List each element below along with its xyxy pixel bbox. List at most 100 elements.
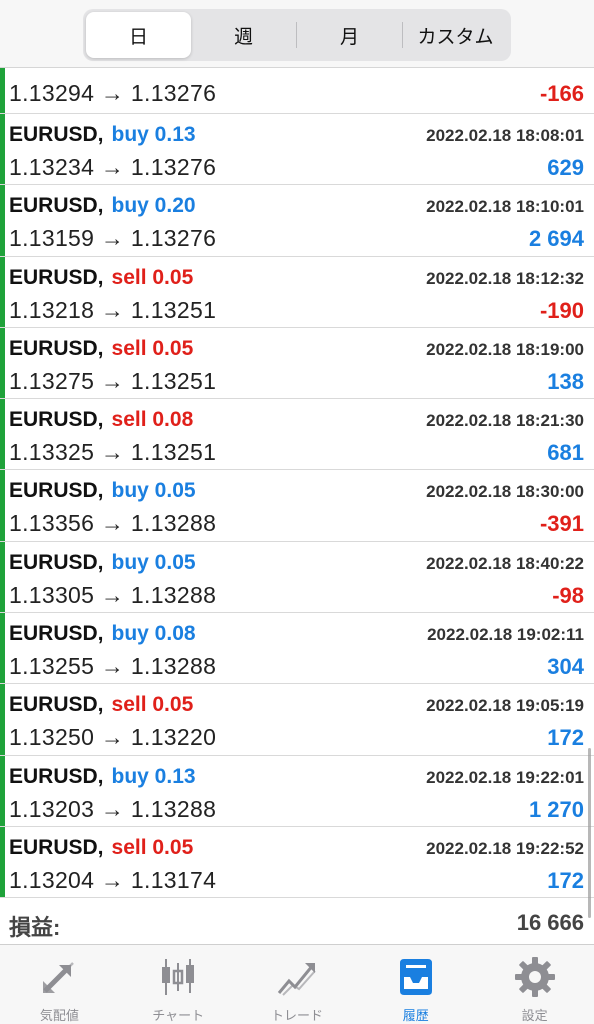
trade-profit: 1 270	[528, 796, 584, 822]
trade-time: 2022.02.18 18:12:32	[426, 268, 584, 288]
trade-side-volume: sell 0.05	[111, 835, 194, 859]
trade-prices: 1.13255 → 1.13288	[9, 653, 217, 680]
trade-symbol: EURUSD,	[9, 336, 104, 360]
trade-side-volume: sell 0.05	[111, 336, 194, 360]
trade-symbol: EURUSD,	[9, 622, 104, 646]
summary-value: 16 666	[516, 910, 584, 935]
trade-row[interactable]: 1.13294 → 1.13276 -166	[0, 68, 594, 114]
tab-quotes[interactable]: 気配値	[0, 945, 119, 1024]
tab-history[interactable]: 履歴	[356, 945, 475, 1024]
tab-settings[interactable]: 設定	[475, 945, 594, 1024]
period-selector-bar: 日 週 月 カスタム	[0, 0, 594, 68]
trade-symbol: EURUSD,	[9, 550, 104, 574]
history-inbox-icon	[399, 959, 432, 995]
tab-chart-label: チャート	[152, 1008, 205, 1023]
trade-time: 2022.02.18 18:21:30	[426, 411, 584, 431]
trade-history-list[interactable]: 1.13294 → 1.13276 -166 EURUSD, buy 0.13 20…	[0, 68, 594, 910]
trade-row[interactable]: EURUSD, buy 0.13 2022.02.18 18:08:01 1.1323…	[0, 114, 594, 186]
tab-settings-label: 設定	[521, 1008, 548, 1023]
trade-prices: 1.13203 → 1.13288	[9, 795, 217, 822]
trade-side-volume: buy 0.13	[111, 764, 196, 788]
segment-month[interactable]: 月	[297, 12, 402, 58]
row-marker	[0, 256, 5, 327]
trade-time: 2022.02.18 19:22:52	[426, 838, 584, 858]
trade-symbol: EURUSD,	[9, 265, 104, 289]
trade-profit: 138	[547, 368, 584, 394]
trade-time: 2022.02.18 18:30:00	[426, 482, 584, 502]
settings-gear-icon	[514, 957, 555, 997]
trade-row[interactable]: EURUSD, sell 0.05 2022.02.18 18:19:00 1.132…	[0, 327, 594, 400]
trade-row[interactable]: EURUSD, buy 0.13 2022.02.18 19:22:01 1.1320…	[0, 755, 594, 827]
bottom-tab-bar: 気配値 チャート トレード 履歴 設定	[0, 944, 594, 1024]
row-marker	[0, 185, 5, 256]
segment-month-label: 月	[339, 26, 359, 48]
trade-side-volume: sell 0.05	[111, 693, 194, 717]
trade-side-volume: buy 0.05	[111, 550, 196, 574]
row-marker	[0, 541, 5, 613]
trade-symbol: EURUSD,	[9, 123, 104, 146]
trade-profit: 629	[547, 155, 584, 180]
tab-trade-label: トレード	[270, 1008, 323, 1023]
tab-quotes-label: 気配値	[39, 1008, 79, 1023]
segment-custom[interactable]: カスタム	[403, 12, 508, 58]
trade-row[interactable]: EURUSD, sell 0.05 2022.02.18 18:12:32 1.132…	[0, 256, 594, 328]
segment-week[interactable]: 週	[191, 12, 296, 58]
candlestick-chart-icon	[162, 959, 195, 995]
trade-symbol: EURUSD,	[9, 408, 104, 432]
segment-day[interactable]: 日	[86, 12, 191, 58]
trade-prices: 1.13159 → 1.13276	[9, 225, 217, 252]
profit-summary: 損益: 16 666	[0, 900, 594, 948]
trade-side-volume: buy 0.05	[111, 479, 196, 503]
row-marker	[0, 114, 5, 185]
trade-prices: 1.13356 → 1.13288	[9, 510, 217, 537]
trade-side-volume: buy 0.20	[111, 194, 196, 218]
row-marker	[0, 684, 5, 755]
segment-week-label: 週	[233, 26, 253, 48]
trade-profit: 172	[547, 867, 584, 893]
trade-side-volume: sell 0.05	[111, 265, 194, 289]
trade-time: 2022.02.18 18:19:00	[426, 339, 584, 359]
trade-profit: -190	[539, 297, 584, 323]
trade-side-volume: buy 0.08	[111, 622, 196, 646]
row-marker	[0, 327, 5, 399]
trade-profit: 2 694	[528, 226, 584, 252]
trade-prices: 1.13250 → 1.13220	[9, 724, 217, 751]
trade-prices: 1.13325 → 1.13251	[9, 439, 217, 466]
trade-time: 2022.02.18 19:05:19	[426, 696, 584, 716]
trade-prices: 1.13234 → 1.13276	[9, 154, 217, 180]
trade-prices: 1.13218 → 1.13251	[9, 296, 217, 323]
trade-symbol: EURUSD,	[9, 693, 104, 717]
trade-symbol: EURUSD,	[9, 764, 104, 788]
trade-prices: 1.13275 → 1.13251	[9, 367, 217, 394]
trade-symbol: EURUSD,	[9, 479, 104, 503]
row-marker	[0, 68, 5, 113]
trade-prices: 1.13305 → 1.13288	[9, 581, 217, 608]
trade-row[interactable]: EURUSD, buy 0.05 2022.02.18 18:30:00 1.1335…	[0, 470, 594, 542]
trade-prices: 1.13204 → 1.13174	[9, 866, 217, 893]
trade-row[interactable]: EURUSD, sell 0.05 2022.02.18 19:22:52 1.132…	[0, 826, 594, 899]
quotes-arrows-icon	[43, 962, 75, 993]
trade-line-icon	[277, 963, 316, 996]
trade-row[interactable]: EURUSD, sell 0.05 2022.02.18 19:05:19 1.132…	[0, 684, 594, 756]
trade-row[interactable]: EURUSD, buy 0.08 2022.02.18 19:02:11 1.1325…	[0, 613, 594, 685]
scroll-indicator[interactable]	[588, 748, 591, 918]
trade-time: 2022.02.18 18:40:22	[426, 553, 584, 573]
trade-time: 2022.02.18 19:02:11	[427, 625, 584, 645]
trade-profit: -166	[539, 81, 584, 106]
trade-row[interactable]: EURUSD, buy 0.20 2022.02.18 18:10:01 1.1315…	[0, 185, 594, 257]
row-marker	[0, 613, 5, 684]
trade-row[interactable]: EURUSD, buy 0.05 2022.02.18 18:40:22 1.1330…	[0, 541, 594, 614]
tab-trade[interactable]: トレード	[238, 945, 357, 1024]
trade-symbol: EURUSD,	[9, 835, 104, 859]
trade-profit: -98	[552, 582, 584, 608]
trade-row[interactable]: EURUSD, sell 0.08 2022.02.18 18:21:30 1.133…	[0, 399, 594, 471]
trade-profit: 304	[547, 654, 584, 680]
trade-side-volume: buy 0.13	[111, 123, 196, 146]
row-marker	[0, 826, 5, 898]
tab-chart[interactable]: チャート	[119, 945, 238, 1024]
trade-profit: -391	[539, 511, 584, 537]
row-marker	[0, 399, 5, 470]
trade-time: 2022.02.18 19:22:01	[426, 767, 584, 787]
trade-profit: 681	[547, 440, 584, 466]
tab-history-label: 履歴	[402, 1008, 429, 1023]
